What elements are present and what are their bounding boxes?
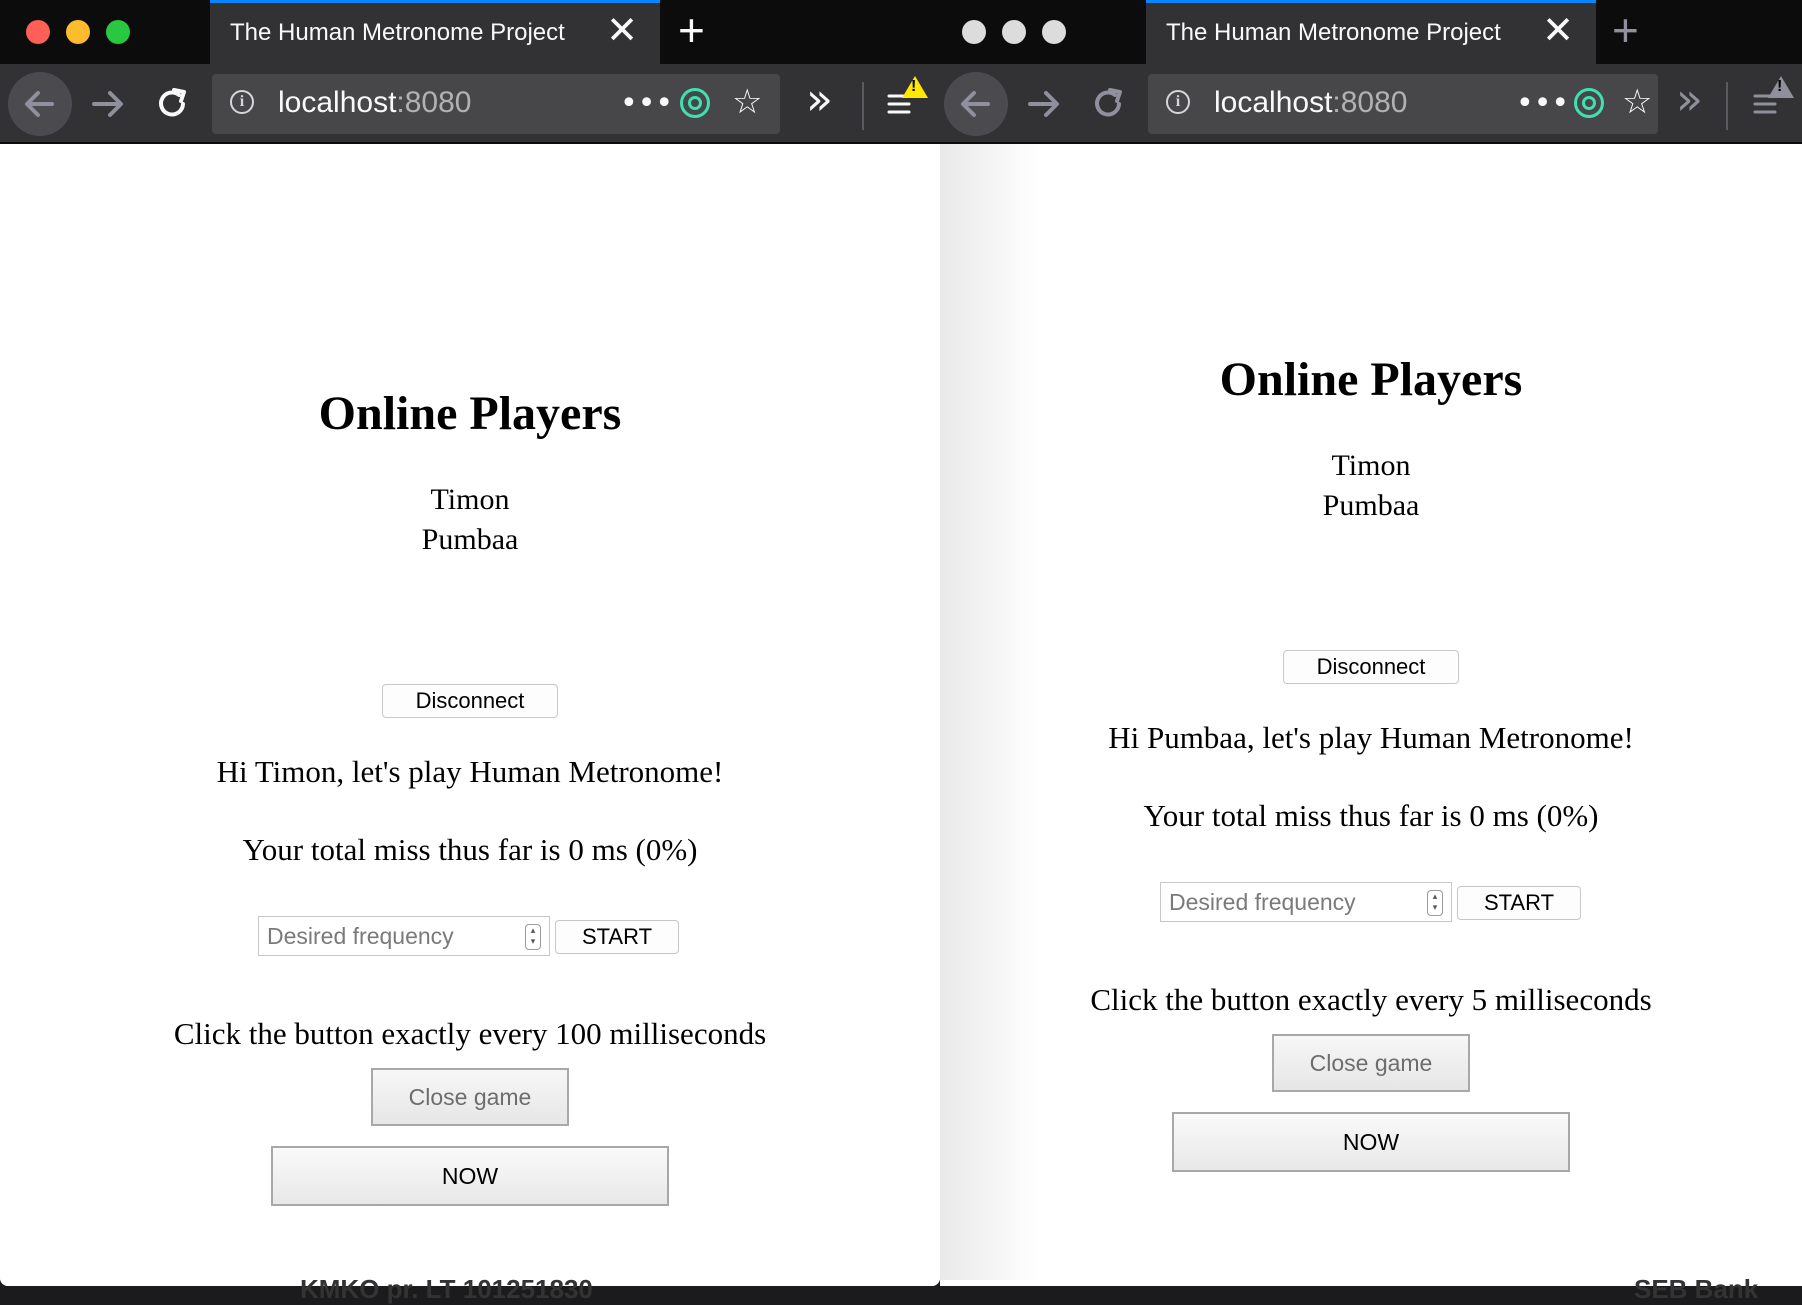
frequency-placeholder: Desired frequency bbox=[267, 923, 454, 949]
forward-arrow-icon[interactable] bbox=[88, 84, 128, 124]
back-arrow-icon bbox=[25, 91, 54, 117]
nav-toolbar: i localhost:8080 ••• ☆ » ! bbox=[940, 64, 1802, 144]
browser-window-pumbaa: The Human Metronome Project ✕ + i localh… bbox=[940, 0, 1802, 1286]
tab-title: The Human Metronome Project bbox=[230, 19, 565, 46]
pocket-icon[interactable] bbox=[680, 88, 710, 118]
now-row: NOW bbox=[0, 1146, 940, 1206]
reload-icon[interactable] bbox=[1088, 84, 1128, 124]
player-name: Timon bbox=[430, 483, 510, 516]
players-list: Timon Pumbaa bbox=[0, 480, 940, 560]
start-button[interactable]: START bbox=[555, 920, 679, 954]
toolbar-separator bbox=[862, 82, 864, 130]
miss-summary-text: Your total miss thus far is 0 ms (0%) bbox=[1143, 798, 1599, 833]
frequency-row: Desired frequency ▴ ▾ START bbox=[940, 882, 1802, 924]
disconnect-row: Disconnect bbox=[0, 684, 940, 718]
player-name: Pumbaa bbox=[1322, 489, 1420, 522]
url-bar[interactable]: i localhost:8080 ••• ☆ bbox=[212, 74, 780, 134]
close-window-button[interactable] bbox=[962, 20, 986, 44]
close-window-button[interactable] bbox=[26, 20, 50, 44]
tab-close-icon[interactable]: ✕ bbox=[1542, 11, 1574, 51]
stepper-icon[interactable]: ▴ ▾ bbox=[1427, 890, 1443, 916]
start-button[interactable]: START bbox=[1457, 886, 1581, 920]
close-game-button[interactable]: Close game bbox=[1272, 1034, 1470, 1092]
desktop-text-right: SEB Bank bbox=[1634, 1274, 1759, 1304]
bookmark-star-icon[interactable]: ☆ bbox=[1622, 82, 1652, 122]
bookmark-star-icon[interactable]: ☆ bbox=[732, 82, 762, 122]
disconnect-row: Disconnect bbox=[940, 650, 1802, 684]
tab-title: The Human Metronome Project bbox=[1166, 19, 1501, 46]
forward-arrow-icon[interactable] bbox=[1024, 84, 1064, 124]
close-game-row: Close game bbox=[940, 1034, 1802, 1092]
frequency-placeholder: Desired frequency bbox=[1169, 889, 1356, 915]
greeting-text: Hi Timon, let's play Human Metronome! bbox=[216, 754, 724, 789]
tab-bar: The Human Metronome Project ✕ + bbox=[0, 0, 940, 64]
page-content: Online Players Timon Pumbaa Disconnect H… bbox=[0, 144, 940, 1286]
overflow-chevron-icon[interactable]: » bbox=[1676, 78, 1703, 122]
disconnect-button[interactable]: Disconnect bbox=[382, 684, 558, 718]
url-port: :8080 bbox=[1332, 86, 1408, 119]
warning-icon: ! bbox=[1768, 76, 1794, 98]
url-text: localhost:8080 bbox=[1214, 86, 1407, 120]
greeting-text: Hi Pumbaa, let's play Human Metronome! bbox=[1108, 720, 1634, 755]
online-players-heading: Online Players bbox=[1219, 353, 1523, 406]
online-players-heading: Online Players bbox=[318, 387, 622, 440]
site-info-icon[interactable]: i bbox=[230, 90, 254, 114]
close-game-button[interactable]: Close game bbox=[371, 1068, 569, 1126]
page-content: Online Players Timon Pumbaa Disconnect H… bbox=[940, 144, 1802, 1280]
url-port: :8080 bbox=[396, 86, 472, 119]
back-button[interactable] bbox=[8, 72, 72, 136]
minimize-window-button[interactable] bbox=[1002, 20, 1026, 44]
disconnect-button[interactable]: Disconnect bbox=[1283, 650, 1459, 684]
instruction-text: Click the button exactly every 5 millise… bbox=[1090, 982, 1652, 1017]
frequency-row: Desired frequency ▴ ▾ START bbox=[0, 916, 940, 958]
players-list: Timon Pumbaa bbox=[940, 446, 1802, 526]
maximize-window-button[interactable] bbox=[1042, 20, 1066, 44]
url-host: localhost bbox=[278, 86, 397, 119]
nav-toolbar: i localhost:8080 ••• ☆ » ! bbox=[0, 64, 940, 144]
now-button[interactable]: NOW bbox=[1172, 1112, 1570, 1172]
url-bar[interactable]: i localhost:8080 ••• ☆ bbox=[1148, 74, 1658, 134]
minimize-window-button[interactable] bbox=[66, 20, 90, 44]
desktop-text-left: KMKO pr. LT 101251830 bbox=[300, 1274, 593, 1304]
instruction-text: Click the button exactly every 100 milli… bbox=[173, 1016, 767, 1051]
url-text: localhost:8080 bbox=[278, 86, 471, 120]
player-name: Pumbaa bbox=[421, 523, 519, 556]
frequency-input[interactable]: Desired frequency ▴ ▾ bbox=[1160, 882, 1452, 922]
frequency-input[interactable]: Desired frequency ▴ ▾ bbox=[258, 916, 550, 956]
new-tab-icon[interactable]: + bbox=[678, 4, 705, 56]
toolbar-separator bbox=[1726, 82, 1728, 130]
player-name: Timon bbox=[1331, 449, 1411, 482]
url-host: localhost bbox=[1214, 86, 1333, 119]
back-button[interactable] bbox=[944, 72, 1008, 136]
overflow-chevron-icon[interactable]: » bbox=[806, 78, 833, 122]
now-button[interactable]: NOW bbox=[271, 1146, 669, 1206]
now-row: NOW bbox=[940, 1112, 1802, 1172]
new-tab-icon[interactable]: + bbox=[1612, 4, 1639, 56]
browser-window-timon: The Human Metronome Project ✕ + i localh… bbox=[0, 0, 940, 1286]
tab-active[interactable]: The Human Metronome Project ✕ bbox=[1146, 0, 1596, 64]
tab-close-icon[interactable]: ✕ bbox=[606, 11, 638, 51]
tab-active[interactable]: The Human Metronome Project ✕ bbox=[210, 0, 660, 64]
maximize-window-button[interactable] bbox=[106, 20, 130, 44]
back-arrow-icon bbox=[961, 91, 990, 117]
page-actions-icon[interactable]: ••• bbox=[1516, 84, 1569, 124]
reload-icon[interactable] bbox=[152, 84, 192, 124]
site-info-icon[interactable]: i bbox=[1166, 90, 1190, 114]
stepper-icon[interactable]: ▴ ▾ bbox=[525, 924, 541, 950]
pocket-icon[interactable] bbox=[1574, 88, 1604, 118]
warning-icon: ! bbox=[902, 76, 928, 98]
page-actions-icon[interactable]: ••• bbox=[620, 84, 673, 124]
close-game-row: Close game bbox=[0, 1068, 940, 1126]
tab-bar: The Human Metronome Project ✕ + bbox=[940, 0, 1802, 64]
miss-summary-text: Your total miss thus far is 0 ms (0%) bbox=[242, 832, 698, 867]
